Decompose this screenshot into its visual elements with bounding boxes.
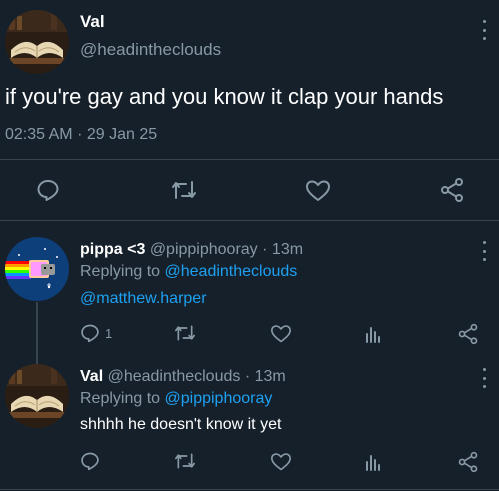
heart-icon	[271, 325, 291, 343]
main-tweet-time: 02:35 AM	[5, 126, 73, 143]
tweet-thread-screen: Val @headintheclouds if you're gay and y…	[0, 0, 499, 491]
divider	[0, 489, 499, 490]
book-avatar-image	[5, 364, 69, 428]
reply-2-share-button[interactable]	[457, 451, 479, 473]
main-reply-button[interactable]	[36, 178, 60, 202]
main-share-button[interactable]	[439, 177, 465, 203]
reply-1-share-button[interactable]	[457, 323, 479, 345]
main-more-button[interactable]	[481, 20, 487, 40]
share-icon	[458, 451, 478, 473]
more-vertical-icon-dot	[482, 385, 486, 388]
reply-1-reply-count: 1	[105, 325, 113, 341]
replying-to-label: Replying to	[80, 263, 161, 280]
reply-icon	[81, 324, 99, 343]
reply-2-retweet-button[interactable]	[174, 451, 196, 471]
more-vertical-icon-dot	[482, 37, 486, 40]
timestamp-separator: ·	[77, 126, 83, 143]
reply-2-header: Val @headintheclouds · 13m	[80, 368, 286, 386]
heart-icon	[306, 180, 330, 201]
main-retweet-button[interactable]	[171, 178, 197, 202]
more-vertical-icon-dot	[482, 376, 486, 380]
book-avatar-image	[5, 10, 69, 74]
reply-2-reply-button[interactable]	[80, 451, 100, 471]
divider	[0, 220, 499, 221]
nyan-cat-avatar-image	[5, 237, 69, 301]
main-tweet-date: 29 Jan 25	[86, 126, 158, 143]
reply-2-replying-to-link[interactable]: @pippiphooray	[165, 390, 273, 407]
reply-1-replying-line: Replying to @headintheclouds	[80, 263, 297, 281]
reply-2-avatar[interactable]	[5, 364, 69, 428]
reply-2-like-button[interactable]	[270, 452, 292, 472]
reply-1-reply-button[interactable]: 1	[80, 323, 112, 343]
reply-2-text: shhhh he doesn't know it yet	[80, 416, 282, 433]
reply-2-author-handle[interactable]: @headintheclouds	[108, 368, 241, 385]
reply-2-replying-line: Replying to @pippiphooray	[80, 390, 272, 408]
main-tweet-avatar[interactable]	[5, 10, 69, 74]
heart-icon	[271, 453, 291, 471]
more-vertical-icon-dot	[482, 20, 486, 23]
more-vertical-icon-dot	[482, 249, 486, 253]
reply-1-analytics-button[interactable]	[364, 324, 382, 344]
reply-2-age: · 13m	[244, 368, 286, 385]
analytics-icon	[366, 455, 380, 471]
main-like-button[interactable]	[305, 179, 331, 203]
main-tweet-timestamp: 02:35 AM · 29 Jan 25	[5, 126, 157, 144]
reply-1-author-name[interactable]: pippa <3	[80, 241, 145, 258]
share-icon	[458, 323, 478, 345]
reply-icon	[81, 452, 99, 471]
main-tweet-text: if you're gay and you know it clap your …	[5, 84, 444, 109]
reply-1-age: · 13m	[262, 241, 304, 258]
thread-connector-line	[36, 302, 38, 364]
more-vertical-icon-dot	[482, 258, 486, 261]
more-vertical-icon-dot	[482, 28, 486, 32]
divider	[0, 159, 499, 160]
analytics-icon	[366, 327, 380, 343]
more-vertical-icon-dot	[482, 368, 486, 371]
replying-to-label: Replying to	[80, 390, 161, 407]
reply-1-replying-to-link[interactable]: @headintheclouds	[165, 263, 298, 280]
share-icon	[441, 178, 463, 202]
reply-1-like-button[interactable]	[270, 324, 292, 344]
reply-1-header: pippa <3 @pippiphooray · 13m	[80, 241, 303, 259]
main-author-handle[interactable]: @headintheclouds	[80, 40, 221, 60]
reply-1-avatar[interactable]	[5, 237, 69, 301]
main-author-name[interactable]: Val	[80, 12, 105, 32]
reply-2-author-name[interactable]: Val	[80, 368, 103, 385]
reply-1-author-handle[interactable]: @pippiphooray	[150, 241, 258, 258]
reply-1-more-button[interactable]	[481, 241, 487, 261]
retweet-icon	[172, 181, 196, 199]
reply-icon	[37, 180, 59, 201]
retweet-icon	[174, 325, 195, 341]
reply-2-analytics-button[interactable]	[364, 452, 382, 472]
reply-2-more-button[interactable]	[481, 368, 487, 388]
retweet-icon	[174, 453, 195, 469]
more-vertical-icon-dot	[482, 241, 486, 244]
reply-1-text-mention[interactable]: @matthew.harper	[80, 290, 207, 308]
reply-1-retweet-button[interactable]	[174, 323, 196, 343]
